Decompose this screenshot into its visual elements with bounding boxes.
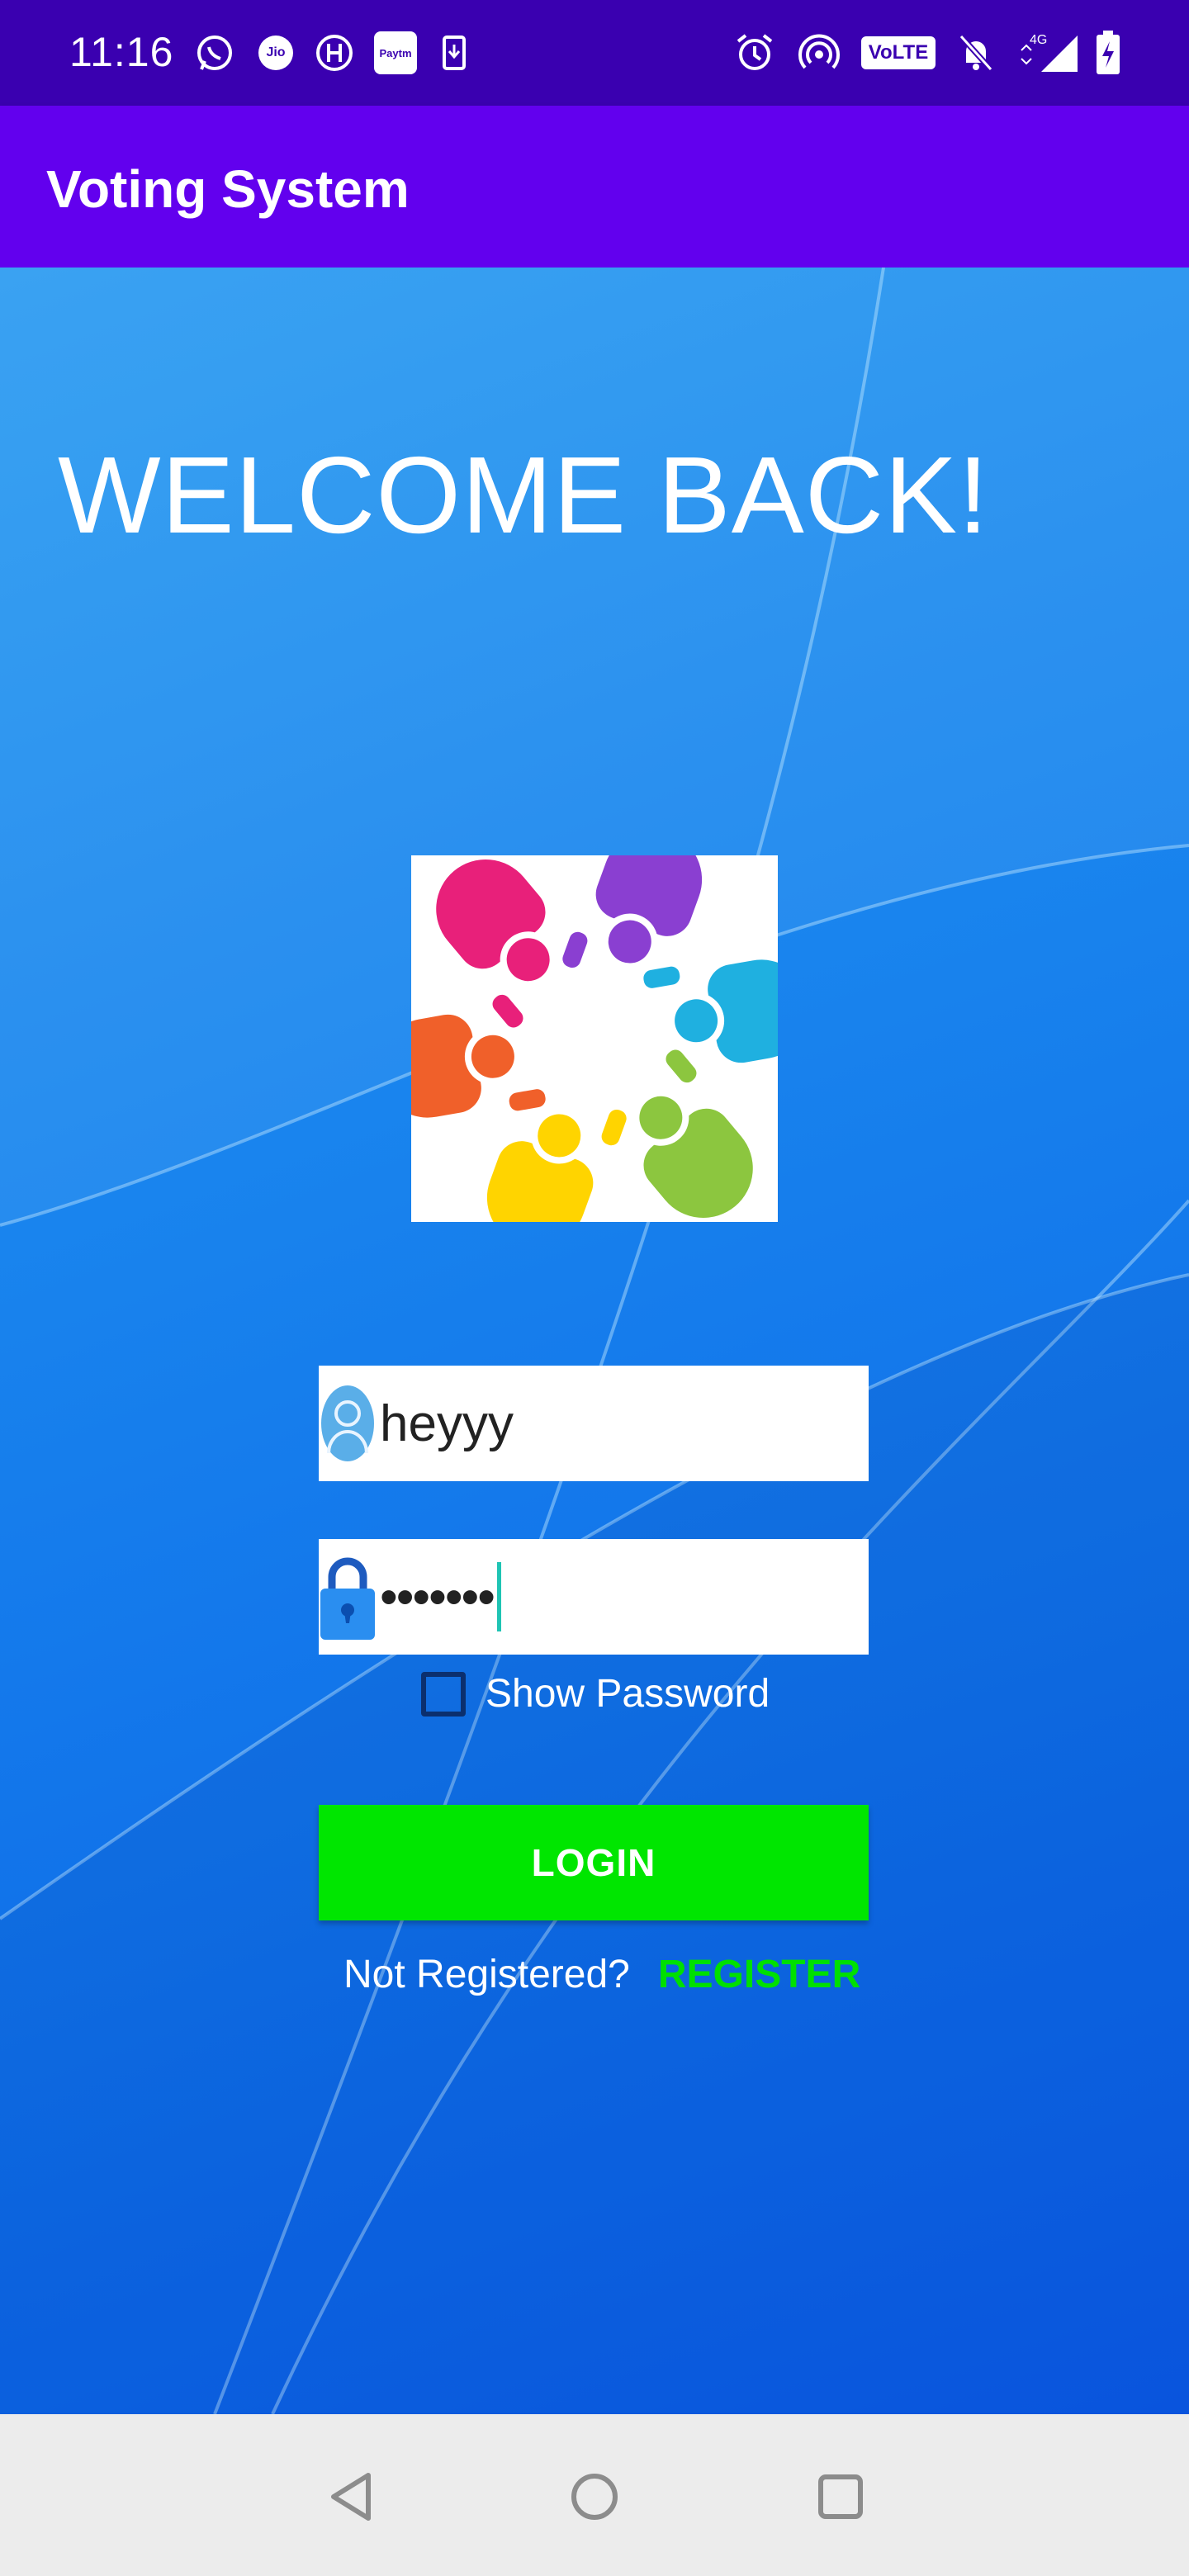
password-value: ••••••• <box>380 1568 495 1626</box>
not-registered-label: Not Registered? <box>343 1953 630 1996</box>
recents-icon[interactable] <box>808 2464 874 2530</box>
back-icon[interactable] <box>319 2464 385 2530</box>
lock-icon <box>319 1539 377 1655</box>
text-cursor <box>496 1562 501 1631</box>
username-value: heyyy <box>380 1395 514 1452</box>
jio-label: Jio <box>258 36 293 70</box>
background-wallpaper <box>0 268 1189 2414</box>
jio-icon: Jio <box>256 28 296 78</box>
status-bar: 11:16 Jio Paytm VoLTE 4G <box>0 0 1189 106</box>
login-screen: WELCOME BACK! heyyy ••••••• Show Passwor… <box>0 268 1189 2414</box>
app-bar: Voting System <box>0 106 1189 268</box>
password-field[interactable]: ••••••• <box>319 1539 869 1655</box>
network-label: 4G <box>1030 33 1047 47</box>
paytm-label: Paytm <box>374 31 417 74</box>
username-field[interactable]: heyyy <box>319 1366 869 1481</box>
show-password-checkbox[interactable] <box>421 1671 466 1717</box>
signal-4g-icon: 4G <box>1016 28 1082 78</box>
register-link[interactable]: REGISTER <box>658 1952 860 1997</box>
login-button[interactable]: LOGIN <box>319 1805 869 1920</box>
download-icon <box>438 28 471 78</box>
home-icon[interactable] <box>561 2464 628 2530</box>
volte-icon: VoLTE <box>860 28 936 78</box>
whatsapp-icon <box>193 28 236 78</box>
volte-label: VoLTE <box>861 36 936 69</box>
hotspot-icon <box>796 28 842 78</box>
welcome-heading: WELCOME BACK! <box>58 434 989 556</box>
show-password-label[interactable]: Show Password <box>486 1671 770 1717</box>
battery-charging-icon <box>1092 28 1125 78</box>
paytm-icon: Paytm <box>373 28 418 78</box>
alarm-icon <box>732 28 778 78</box>
bell-off-icon <box>953 28 999 78</box>
people-circle-logo <box>378 830 811 1248</box>
show-password-row[interactable]: Show Password <box>421 1671 770 1717</box>
navigation-bar <box>0 2414 1189 2576</box>
user-avatar-icon <box>319 1366 377 1481</box>
status-time: 11:16 <box>69 29 174 75</box>
h-app-icon <box>314 28 355 78</box>
register-row: Not Registered? REGISTER <box>343 1952 860 1997</box>
app-title: Voting System <box>46 159 410 219</box>
